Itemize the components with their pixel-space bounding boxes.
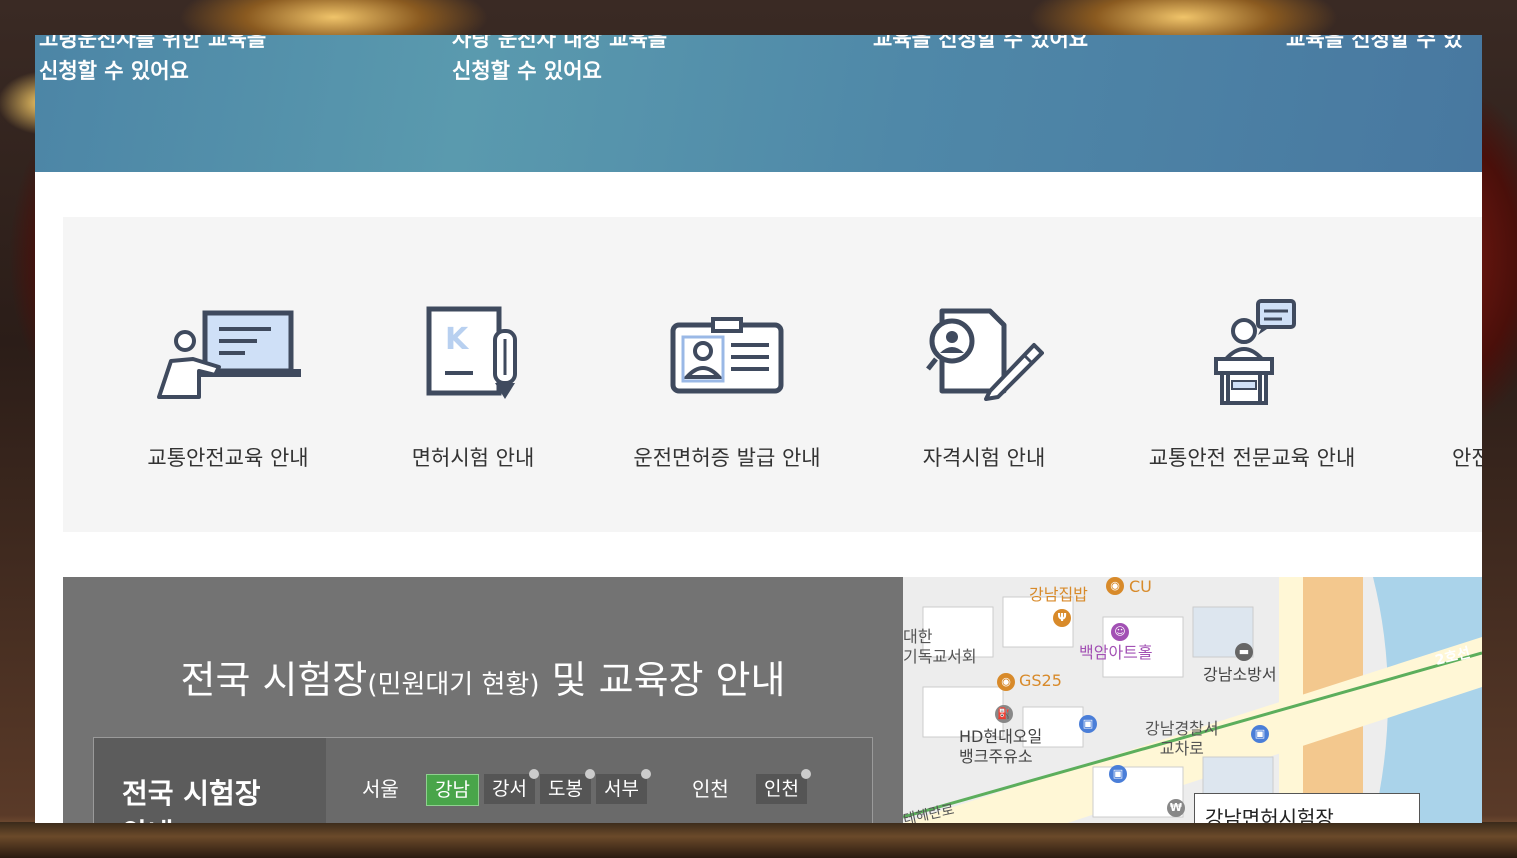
exam-title-sub: (민원대기 현황) xyxy=(367,670,540,700)
chip-label: 강서 xyxy=(492,778,527,800)
restaurant-icon: Ψ xyxy=(1053,609,1071,627)
theater-icon: ☺ xyxy=(1111,623,1129,641)
map-label-gangnamjipbap: 강남집밥 xyxy=(1029,585,1088,604)
background-bottom-strip xyxy=(0,822,1517,858)
map-label-church: 대한 기독교서회 xyxy=(903,627,977,666)
quick-item-license-issue[interactable]: 운전면허증 발급 안내 xyxy=(618,217,836,532)
hero-item-1[interactable]: 고령운전자를 위한 교육을 신청할 수 있어요 xyxy=(39,35,266,87)
exam-title-main: 전국 시험장 xyxy=(180,658,368,702)
chip-incheon[interactable]: 인천 xyxy=(756,769,811,804)
convenience-store-icon: ◉ xyxy=(1106,577,1124,595)
exam-center-map[interactable]: 강남집밥 ◉ CU Ψ 대한 기독교서회 ☺ 백암아트홀 ◉ GS25 ▬ 강남… xyxy=(903,577,1482,823)
certificate-pen-icon xyxy=(924,305,1044,405)
quick-item-label: 교통안전 전문교육 안내 xyxy=(1148,446,1356,470)
chip-gangnam[interactable]: 강남 xyxy=(426,774,479,806)
exam-panel-title: 전국 시험장(민원대기 현황) 및 교육장 안내 xyxy=(63,649,903,704)
page-frame: 고령운전자를 위한 교육을 신청할 수 있어요 사랑 운전자 내장 교육을 신청… xyxy=(35,35,1482,823)
quick-item-safety[interactable]: 안전 xyxy=(1442,217,1482,532)
gas-station-icon: ⛽ xyxy=(995,705,1013,723)
chip-dobong[interactable]: 도봉 xyxy=(540,769,595,804)
quick-item-license-exam[interactable]: K 면허시험 안내 xyxy=(393,217,553,532)
hero-item-2[interactable]: 사랑 운전자 내장 교육을 신청할 수 있어요 xyxy=(452,35,667,87)
quick-menu: 교통안전교육 안내 K 면허시험 안내 운전면허증 발급 안내 자격시험 안내 … xyxy=(63,217,1482,532)
quick-item-label: 운전면허증 발급 안내 xyxy=(633,446,821,470)
quick-item-expert-education[interactable]: 교통안전 전문교육 안내 xyxy=(1133,217,1371,532)
chip-label: 도봉 xyxy=(548,778,583,800)
convenience-store-icon: ◉ xyxy=(997,673,1015,691)
exam-center-panel: 전국 시험장(민원대기 현황) 및 교육장 안내 전국 시험장 안내 서울 강남… xyxy=(63,577,903,823)
bus-stop-icon: ▣ xyxy=(1109,765,1127,783)
map-label-police-intersection: 강남경찰서 교차로 xyxy=(1145,719,1219,758)
chip-gangseo[interactable]: 강서 xyxy=(484,769,539,804)
map-label-gs25: GS25 xyxy=(1019,671,1062,690)
quick-item-traffic-education[interactable]: 교통안전교육 안내 xyxy=(133,217,323,532)
exam-box-heading-area: 전국 시험장 안내 xyxy=(94,738,326,823)
status-dot xyxy=(640,769,651,779)
region-seoul: 서울 xyxy=(362,777,399,801)
status-dot xyxy=(800,769,811,779)
chip-label: 서부 xyxy=(604,778,639,800)
exam-center-box: 전국 시험장 안내 서울 강남 강서 도봉 서부 인천 인천 xyxy=(93,737,873,823)
chip-label: 인천 xyxy=(764,778,799,800)
exam-title-rest: 및 교육장 안내 xyxy=(539,658,786,702)
quick-item-label: 안전 xyxy=(1452,446,1482,470)
podium-speaker-icon xyxy=(1204,299,1300,411)
map-callout-gangnam[interactable]: 강남면허시험장 xyxy=(1194,793,1420,823)
quick-item-qualification-exam[interactable]: 자격시험 안내 xyxy=(913,217,1055,532)
quick-item-label: 자격시험 안내 xyxy=(922,446,1046,470)
chip-label: 강남 xyxy=(435,779,470,801)
currency-icon: ₩ xyxy=(1167,799,1185,817)
map-label-gas-station: HD현대오일 뱅크주유소 xyxy=(959,727,1043,766)
hero-item-4[interactable]: 교육을 신청할 수 있 xyxy=(1286,35,1463,55)
hero-banner: 고령운전자를 위한 교육을 신청할 수 있어요 사랑 운전자 내장 교육을 신청… xyxy=(35,35,1482,172)
status-dot xyxy=(584,769,595,779)
bus-stop-icon: ▣ xyxy=(1251,725,1269,743)
id-card-icon xyxy=(669,305,785,399)
teacher-board-icon xyxy=(153,305,303,405)
quick-item-label: 교통안전교육 안내 xyxy=(147,446,309,470)
status-dot xyxy=(528,769,539,779)
bus-stop-icon: ▣ xyxy=(1079,715,1097,733)
fire-station-icon: ▬ xyxy=(1235,643,1253,661)
map-background xyxy=(903,577,1482,823)
region-incheon: 인천 xyxy=(692,777,729,801)
exam-box-heading: 전국 시험장 안내 xyxy=(122,777,261,823)
map-label-fire-station: 강남소방서 xyxy=(1203,665,1277,684)
map-label-baekam: 백암아트홀 xyxy=(1079,643,1153,662)
quick-item-label: 면허시험 안내 xyxy=(411,446,535,470)
map-label-cu: CU xyxy=(1129,577,1152,596)
document-pen-icon: K xyxy=(423,305,523,405)
chip-seobu[interactable]: 서부 xyxy=(596,769,651,804)
hero-item-3[interactable]: 교육을 신청할 수 있어요 xyxy=(873,35,1088,55)
svg-text:K: K xyxy=(445,322,470,357)
